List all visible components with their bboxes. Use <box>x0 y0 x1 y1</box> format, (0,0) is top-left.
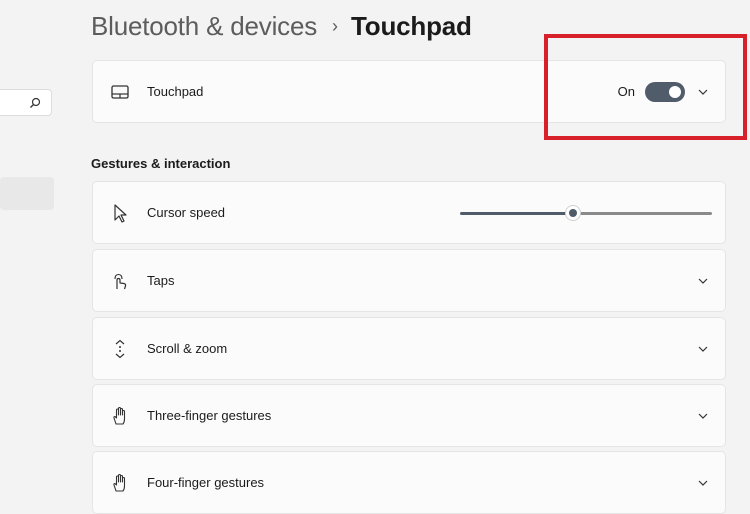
search-icon[interactable] <box>28 96 42 110</box>
chevron-down-icon[interactable] <box>696 274 710 288</box>
hand-icon <box>110 473 130 493</box>
cursor-speed-card: Cursor speed <box>92 181 726 244</box>
cursor-icon <box>110 203 130 223</box>
taps-setting[interactable]: Taps <box>92 249 726 312</box>
touchpad-icon <box>110 82 130 102</box>
sidebar <box>0 0 60 500</box>
highlight-annotation-box <box>544 34 747 140</box>
scroll-zoom-label: Scroll & zoom <box>147 341 228 356</box>
three-finger-gestures-setting[interactable]: Three-finger gestures <box>92 384 726 447</box>
cursor-speed-label: Cursor speed <box>147 205 226 220</box>
page-title: Touchpad <box>351 10 472 41</box>
breadcrumb-separator: › <box>332 15 339 36</box>
section-title: Gestures & interaction <box>91 156 231 171</box>
chevron-down-icon[interactable] <box>696 409 710 423</box>
search-input[interactable] <box>0 89 52 116</box>
scroll-zoom-setting[interactable]: Scroll & zoom <box>92 317 726 380</box>
hand-icon <box>110 406 130 426</box>
touchpad-label: Touchpad <box>147 84 204 99</box>
three-finger-gestures-label: Three-finger gestures <box>147 408 272 423</box>
slider-track-empty <box>579 212 712 215</box>
four-finger-gestures-label: Four-finger gestures <box>147 475 265 490</box>
cursor-speed-slider[interactable] <box>460 204 712 222</box>
four-finger-gestures-setting[interactable]: Four-finger gestures <box>92 451 726 514</box>
chevron-down-icon[interactable] <box>696 342 710 356</box>
scroll-icon <box>110 339 130 359</box>
slider-track-filled <box>460 212 567 215</box>
sidebar-item-selected[interactable] <box>0 177 54 210</box>
breadcrumb: Bluetooth & devices › Touchpad <box>91 8 472 44</box>
taps-label: Taps <box>147 273 175 288</box>
tap-icon <box>110 271 130 291</box>
breadcrumb-parent[interactable]: Bluetooth & devices <box>91 11 317 42</box>
chevron-down-icon[interactable] <box>696 476 710 490</box>
slider-thumb[interactable] <box>565 205 581 221</box>
